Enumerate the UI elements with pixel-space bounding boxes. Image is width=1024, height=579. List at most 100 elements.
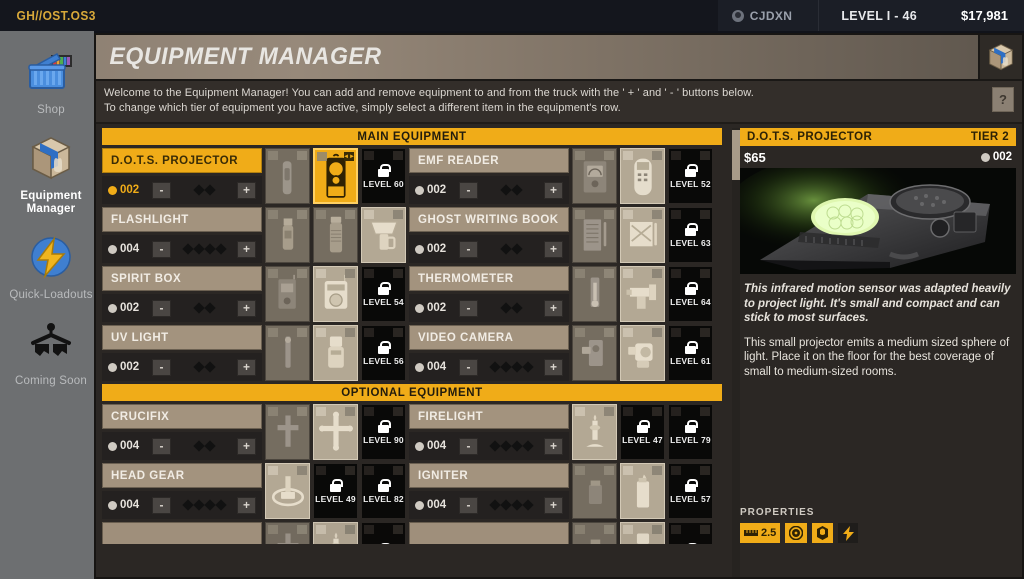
equipment-tier-slot[interactable] (572, 463, 617, 519)
equipment-tier-slot[interactable] (620, 325, 665, 381)
remove-equipment-button[interactable]: - (459, 181, 478, 199)
equipment-name[interactable]: VIDEO CAMERA (409, 325, 569, 350)
diamond-icon (203, 361, 216, 373)
equipment-name[interactable]: GHOST WRITING BOOK (409, 207, 569, 232)
equipment-name[interactable]: SPIRIT BOX (102, 266, 262, 291)
equipment-tier-slot[interactable]: LEVEL 49 (313, 463, 358, 519)
remove-equipment-button[interactable]: - (152, 181, 171, 199)
equipment-tier-slot[interactable] (265, 207, 310, 263)
equipment-name[interactable] (409, 522, 569, 544)
property-lightning[interactable] (838, 523, 859, 543)
equipment-tier-slot[interactable]: LEVEL 56 (361, 325, 406, 381)
equipment-tier-slot[interactable] (620, 207, 665, 263)
diamond-icon (499, 361, 512, 373)
equipment-name[interactable]: CRUCIFIX (102, 404, 262, 429)
equipment-tier-slot[interactable] (572, 522, 617, 544)
sidebar-item-equipment-manager[interactable]: Equipment Manager (8, 117, 94, 216)
equipment-tier-slot[interactable]: LEVEL 79 (668, 404, 713, 460)
add-equipment-button[interactable]: + (237, 181, 256, 199)
equipment-tier-slot[interactable] (313, 404, 358, 460)
equipment-name[interactable]: UV LIGHT (102, 325, 262, 350)
equipment-tier-slot[interactable] (620, 148, 665, 204)
equipment-tier-slot[interactable] (620, 522, 665, 544)
sidebar-item-coming-soon[interactable]: Coming Soon (8, 302, 94, 388)
equipment-tier-slot[interactable] (668, 522, 713, 544)
equipment-tier-slot[interactable] (265, 404, 310, 460)
remove-equipment-button[interactable]: - (152, 240, 171, 258)
equipment-tier-slot[interactable]: LEVEL 61 (668, 325, 713, 381)
equipment-name[interactable]: EMF READER (409, 148, 569, 173)
equipment-tier-slot[interactable] (313, 325, 358, 381)
equipment-tier-slot[interactable]: ◄► (313, 148, 358, 204)
slot-corner-badge (575, 466, 585, 475)
equipment-name[interactable]: HEAD GEAR (102, 463, 262, 488)
equipment-tier-slot[interactable] (265, 148, 310, 204)
equipment-tier-slot[interactable]: LEVEL 60 (361, 148, 406, 204)
property-ruler[interactable]: 2.5 (740, 523, 781, 543)
equipment-tier-slot[interactable]: LEVEL 52 (668, 148, 713, 204)
equipment-tier-slot[interactable] (265, 266, 310, 322)
remove-equipment-button[interactable]: - (152, 299, 171, 317)
equipment-tier-slot[interactable]: LEVEL 64 (668, 266, 713, 322)
equipment-row: CRUCIFIX 004- + LEVEL 90 FIRELIGHT 004- + LEVEL… (102, 404, 736, 460)
equipment-tier-slot[interactable]: LEVEL 54 (361, 266, 406, 322)
equipment-tier-slot[interactable] (361, 522, 406, 544)
add-equipment-button[interactable]: + (544, 437, 563, 455)
equipment-tier-slot[interactable] (620, 463, 665, 519)
add-equipment-button[interactable]: + (237, 496, 256, 514)
equipment-count: 002 (415, 302, 459, 314)
equipment-tier-slot[interactable] (572, 404, 617, 460)
equipment-tier-slot[interactable] (313, 522, 358, 544)
equipment-tier-slot[interactable] (572, 207, 617, 263)
add-equipment-button[interactable]: + (237, 240, 256, 258)
equipment-name[interactable]: FLASHLIGHT (102, 207, 262, 232)
equipment-tier-slot[interactable]: LEVEL 63 (668, 207, 713, 263)
equipment-tier-slot[interactable] (265, 325, 310, 381)
remove-equipment-button[interactable]: - (459, 496, 478, 514)
help-button[interactable]: ? (992, 87, 1014, 112)
equipment-tier-slot[interactable] (361, 207, 406, 263)
equipment-tier-slot[interactable] (572, 325, 617, 381)
add-equipment-button[interactable]: + (544, 240, 563, 258)
equipment-name[interactable]: FIRELIGHT (409, 404, 569, 429)
remove-equipment-button[interactable]: - (459, 299, 478, 317)
add-equipment-button[interactable]: + (237, 358, 256, 376)
remove-equipment-button[interactable]: - (152, 358, 171, 376)
equipment-tier-slot[interactable] (313, 207, 358, 263)
equipment-name[interactable]: D.O.T.S. PROJECTOR (102, 148, 262, 173)
remove-equipment-button[interactable]: - (459, 240, 478, 258)
add-equipment-button[interactable]: + (237, 299, 256, 317)
equipment-tier-slot[interactable] (265, 463, 310, 519)
equipment-tier-slot[interactable]: LEVEL 57 (668, 463, 713, 519)
equipment-tier-slot[interactable]: LEVEL 47 (620, 404, 665, 460)
equipment-tier-slot[interactable] (265, 522, 310, 544)
add-equipment-button[interactable]: + (544, 358, 563, 376)
add-equipment-button[interactable]: + (544, 299, 563, 317)
coin-icon (108, 185, 117, 195)
add-equipment-button[interactable]: + (544, 496, 563, 514)
equipment-name[interactable]: IGNITER (409, 463, 569, 488)
remove-equipment-button[interactable]: - (152, 496, 171, 514)
equipment-tier-slot[interactable] (572, 266, 617, 322)
equipment-tier-slot[interactable]: LEVEL 90 (361, 404, 406, 460)
equipment-name[interactable] (102, 522, 262, 544)
add-equipment-button[interactable]: + (544, 181, 563, 199)
sidebar-item-quick-loadouts[interactable]: Quick-Loadouts (8, 216, 94, 302)
diamond-icon (192, 184, 205, 196)
equipment-tier-slot[interactable]: LEVEL 82 (361, 463, 406, 519)
property-disc[interactable] (785, 523, 808, 543)
equipment-name[interactable]: THERMOMETER (409, 266, 569, 291)
add-equipment-button[interactable]: + (237, 437, 256, 455)
slot-badge-icon (393, 151, 403, 160)
player-info[interactable]: CJDXN (718, 0, 819, 31)
equipment-tier-slot[interactable] (313, 266, 358, 322)
equipment-tier-slot[interactable] (572, 148, 617, 204)
sidebar-item-shop[interactable]: Shop (8, 31, 94, 117)
equipment-tier-slot[interactable] (620, 266, 665, 322)
slot-badge-icon (604, 210, 614, 219)
remove-equipment-button[interactable]: - (459, 437, 478, 455)
slot-corner-badge (623, 466, 633, 475)
property-box[interactable] (812, 523, 834, 543)
remove-equipment-button[interactable]: - (152, 437, 171, 455)
remove-equipment-button[interactable]: - (459, 358, 478, 376)
